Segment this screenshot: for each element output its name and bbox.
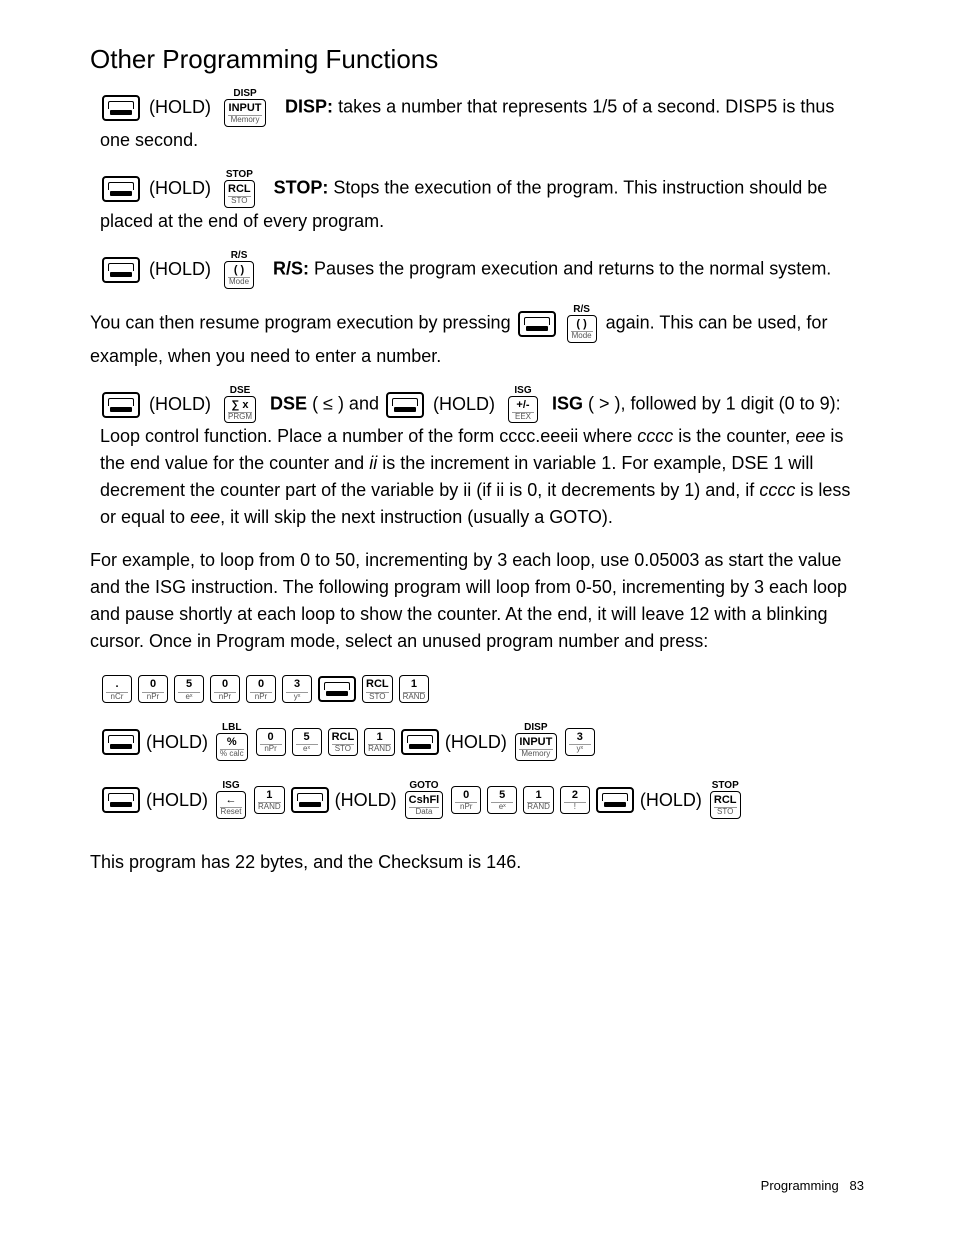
shift-key-icon <box>401 729 439 755</box>
isg-key: ISG ←Reset <box>214 781 248 819</box>
dse-isg-paragraph: (HOLD) DSE ∑ xPRGM DSE ( ≤ ) and (HOLD) … <box>100 386 864 532</box>
n0-key: 0nPr <box>246 675 276 703</box>
hold-label: (HOLD) <box>445 729 507 756</box>
hold-label: (HOLD) <box>335 787 397 814</box>
hold-label: (HOLD) <box>640 787 702 814</box>
rs-key: R/S ( )Mode <box>565 305 599 343</box>
dot-key: .nCr <box>102 675 132 703</box>
n5-key: 5eˣ <box>487 786 517 814</box>
n1-key: 1RAND <box>523 786 554 814</box>
dse-key: DSE ∑ xPRGM <box>222 386 258 424</box>
stop-paragraph: (HOLD) STOP RCLSTO STOP: Stops the execu… <box>100 170 864 235</box>
page-title: Other Programming Functions <box>90 40 864 79</box>
n1-key: 1RAND <box>254 786 285 814</box>
n0-key: 0nPr <box>256 728 286 756</box>
n3-key: 3yˣ <box>282 675 312 703</box>
hold-label: (HOLD) <box>149 97 211 117</box>
hold-label: (HOLD) <box>146 787 208 814</box>
hold-label: (HOLD) <box>146 729 208 756</box>
rs-paragraph: (HOLD) R/S ( )Mode R/S: Pauses the progr… <box>100 251 864 289</box>
shift-key-icon <box>102 729 140 755</box>
lbl-key: LBL %% calc <box>214 723 250 761</box>
program-row-3: (HOLD) ISG ←Reset 1RAND (HOLD) GOTO CshF… <box>100 781 864 819</box>
shift-key-icon <box>291 787 329 813</box>
shift-key-icon <box>386 392 424 418</box>
n5-key: 5eˣ <box>174 675 204 703</box>
rcl-key: STOP RCLSTO <box>222 170 257 208</box>
shift-key-icon <box>102 787 140 813</box>
n1-key: 1RAND <box>399 675 430 703</box>
goto-key: GOTO CshFlData <box>403 781 446 819</box>
rcl-key: RCLSTO <box>362 675 393 703</box>
n1-key: 1RAND <box>364 728 395 756</box>
program-row-2: (HOLD) LBL %% calc 0nPr 5eˣ RCLSTO 1RAND… <box>100 723 864 761</box>
rs-key: R/S ( )Mode <box>222 251 256 289</box>
n2-key: 2! <box>560 786 590 814</box>
isg-key: ISG +/-EEX <box>506 386 540 424</box>
shift-key-icon <box>318 676 356 702</box>
shift-key-icon <box>102 392 140 418</box>
checksum-paragraph: This program has 22 bytes, and the Check… <box>90 849 864 876</box>
hold-label: (HOLD) <box>433 394 495 414</box>
n0-key: 0nPr <box>138 675 168 703</box>
disp-key: DISP INPUTMemory <box>513 723 559 761</box>
shift-key-icon <box>102 257 140 283</box>
disp-paragraph: (HOLD) DISP INPUTMemory DISP: takes a nu… <box>100 89 864 154</box>
input-key: DISP INPUTMemory <box>222 89 268 127</box>
shift-key-icon <box>596 787 634 813</box>
n3-key: 3yˣ <box>565 728 595 756</box>
shift-key-icon <box>102 176 140 202</box>
example-paragraph: For example, to loop from 0 to 50, incre… <box>90 547 864 655</box>
hold-label: (HOLD) <box>149 259 211 279</box>
shift-key-icon <box>102 95 140 121</box>
n0-key: 0nPr <box>451 786 481 814</box>
hold-label: (HOLD) <box>149 394 211 414</box>
n5-key: 5eˣ <box>292 728 322 756</box>
n0-key: 0nPr <box>210 675 240 703</box>
program-row-1: .nCr 0nPr 5eˣ 0nPr 0nPr 3yˣ RCLSTO 1RAND <box>100 675 864 703</box>
stop-key: STOP RCLSTO <box>708 781 743 819</box>
rs-resume-paragraph: You can then resume program execution by… <box>90 305 864 370</box>
hold-label: (HOLD) <box>149 178 211 198</box>
shift-key-icon <box>518 311 556 337</box>
page-footer: Programming 83 <box>761 1176 864 1196</box>
rcl-key: RCLSTO <box>328 728 359 756</box>
